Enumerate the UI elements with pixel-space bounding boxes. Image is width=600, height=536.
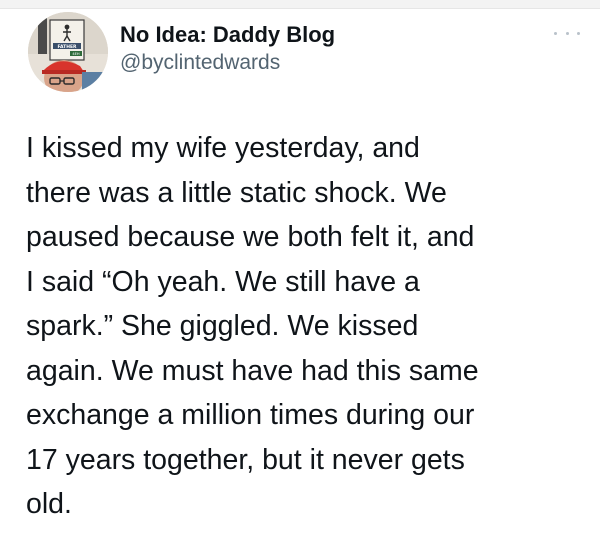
tweet-text-line: again. We must have had this same — [26, 354, 479, 387]
more-horizontal-icon[interactable] — [554, 28, 580, 38]
tweet-text-line: I said “Oh yeah. We still have a — [26, 265, 420, 298]
avatar[interactable]: FATHER 4EH — [28, 12, 108, 92]
tweet-text-line: exchange a million times during our — [26, 399, 475, 431]
avatar-image: FATHER 4EH — [28, 12, 108, 92]
author-info: No Idea: Daddy Blog @byclintedwards — [120, 22, 335, 76]
author-handle[interactable]: @byclintedwards — [120, 50, 335, 76]
tweet-text-line: old. — [26, 488, 72, 520]
author-display-name[interactable]: No Idea: Daddy Blog — [120, 22, 335, 48]
more-dot — [577, 31, 580, 35]
avatar-sign-text: FATHER — [57, 44, 77, 50]
tweet-text-line: I kissed my wife yesterday, and — [26, 132, 420, 164]
tweet-card: FATHER 4EH No Idea: Daddy Blog @byclinte… — [0, 0, 600, 536]
tweet-text-line: spark.” She giggled. We kissed — [26, 310, 419, 342]
tweet-text-line: there was a little static shock. We — [26, 176, 447, 209]
tweet-text-line: 17 years together, but it never gets — [26, 443, 465, 476]
more-dot — [565, 31, 569, 35]
avatar-sign-subtext: 4EH — [72, 52, 80, 56]
tweet-text: I kissed my wife yesterday, and there wa… — [26, 126, 586, 527]
tweet-text-line: paused because we both felt it, and — [26, 221, 475, 253]
more-dot — [554, 31, 557, 35]
